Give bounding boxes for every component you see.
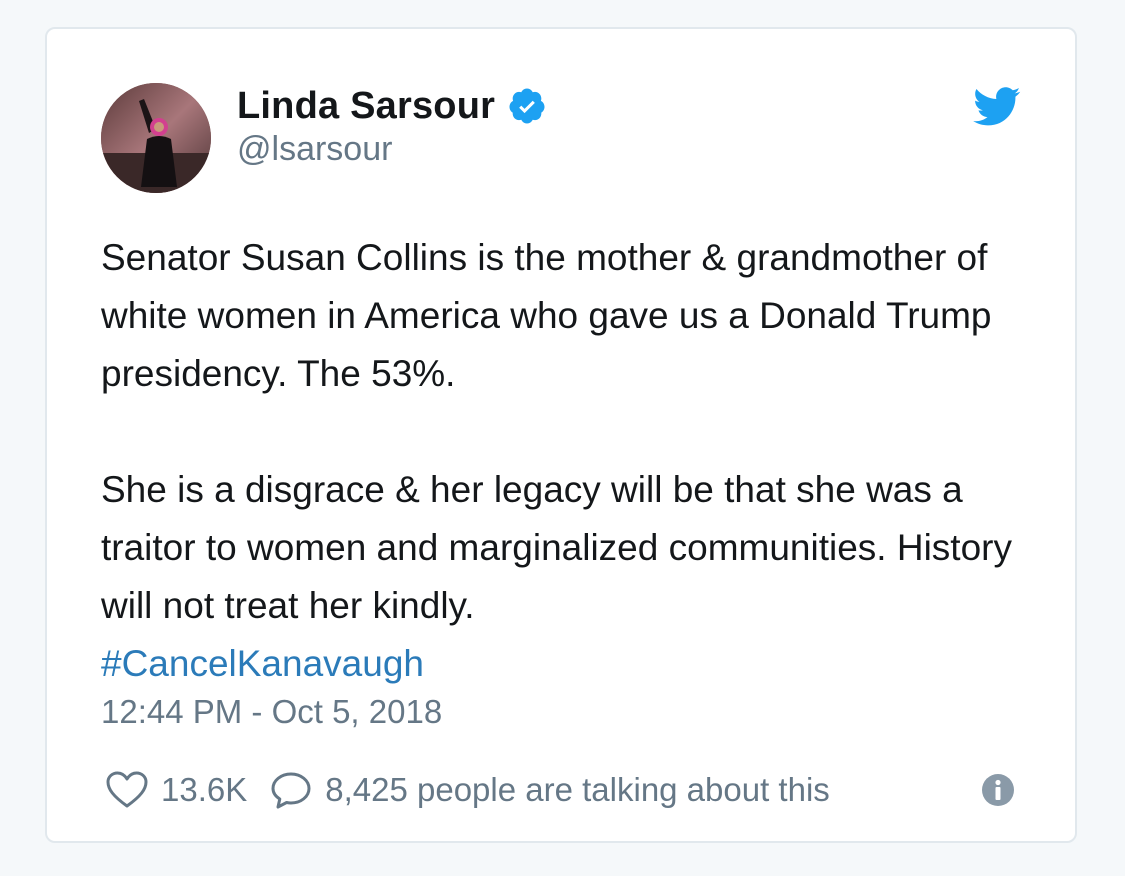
author-name[interactable]: Linda Sarsour [237,85,495,128]
tweet-timestamp[interactable]: 12:44 PM - Oct 5, 2018 [101,693,442,731]
tweet-paragraph-text: She is a disgrace & her legacy will be t… [101,469,1012,626]
tweet-card: Linda Sarsour @lsarsour Senator Susan Co… [45,27,1077,843]
tweet-paragraph: She is a disgrace & her legacy will be t… [101,461,1051,693]
twitter-bird-icon[interactable] [973,87,1021,127]
tweet-text: Senator Susan Collins is the mother & gr… [101,229,1051,693]
info-icon[interactable] [981,773,1015,807]
profile-photo-icon [101,83,211,193]
hashtag-link[interactable]: #CancelKanavaugh [101,635,1051,693]
talking-about-label[interactable]: 8,425 people are talking about this [325,771,830,809]
speech-bubble-icon[interactable] [269,770,313,810]
tweet-paragraph: Senator Susan Collins is the mother & gr… [101,237,992,394]
tweet-actions: 13.6K 8,425 people are talking about thi… [105,765,852,815]
author-row: Linda Sarsour [237,81,547,131]
heart-icon[interactable] [105,770,149,810]
author-handle[interactable]: @lsarsour [237,130,392,169]
like-count[interactable]: 13.6K [161,771,247,809]
avatar[interactable] [101,83,211,193]
verified-badge-icon [507,86,547,126]
